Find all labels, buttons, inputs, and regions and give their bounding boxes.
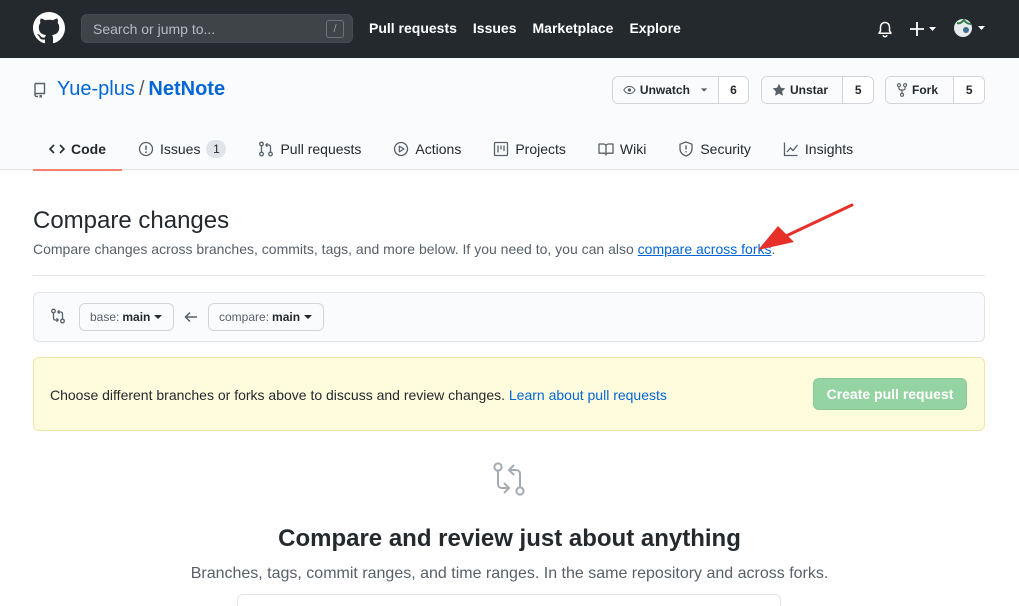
issue-icon bbox=[138, 141, 154, 157]
fork-label: Fork bbox=[912, 83, 939, 97]
range-editor: base: main compare: main bbox=[33, 292, 985, 342]
flash-text: Choose different branches or forks above… bbox=[50, 387, 505, 403]
tab-issues[interactable]: Issues 1 bbox=[122, 128, 242, 170]
tab-insights[interactable]: Insights bbox=[767, 128, 869, 170]
star-icon bbox=[772, 83, 786, 96]
search-shortcut-key: / bbox=[326, 20, 344, 38]
watchers-count[interactable]: 6 bbox=[719, 77, 748, 103]
eye-icon bbox=[623, 85, 636, 95]
stargazers-count[interactable]: 5 bbox=[843, 77, 873, 103]
repository-header: Yue-plus / NetNote Unwatch 6 Unstar 5 Fo… bbox=[0, 58, 1019, 171]
graph-icon bbox=[783, 142, 798, 157]
learn-about-pull-requests-link[interactable]: Learn about pull requests bbox=[509, 387, 667, 403]
unwatch-label: Unwatch bbox=[639, 83, 690, 97]
caret-down-icon bbox=[700, 88, 708, 92]
repository-tabs: Code Issues 1 Pull requests Actions Proj… bbox=[33, 128, 869, 171]
compare-branch-prefix: compare: bbox=[219, 310, 270, 324]
tab-security[interactable]: Security bbox=[662, 128, 767, 170]
search-input[interactable]: Search or jump to... / bbox=[81, 14, 353, 43]
tab-actions-label: Actions bbox=[415, 141, 462, 157]
tab-insights-label: Insights bbox=[804, 141, 854, 157]
forks-count[interactable]: 5 bbox=[954, 77, 984, 103]
tab-wiki[interactable]: Wiki bbox=[582, 128, 662, 170]
base-branch-select[interactable]: base: main bbox=[79, 303, 175, 331]
caret-down-icon bbox=[154, 315, 163, 319]
watch-button-group: Unwatch 6 bbox=[612, 76, 749, 104]
page-description-text: Compare changes across branches, commits… bbox=[33, 241, 638, 257]
book-icon bbox=[598, 143, 614, 156]
fork-icon bbox=[896, 83, 908, 97]
repo-name-link[interactable]: NetNote bbox=[148, 78, 225, 100]
tab-projects[interactable]: Projects bbox=[477, 128, 582, 170]
compare-arrows-icon bbox=[51, 308, 65, 324]
repo-owner-link[interactable]: Yue-plus bbox=[57, 78, 135, 100]
pull-request-icon bbox=[259, 141, 274, 157]
blankslate-description: Branches, tags, commit ranges, and time … bbox=[190, 565, 829, 582]
tab-pull-requests[interactable]: Pull requests bbox=[242, 128, 377, 170]
unstar-button[interactable]: Unstar bbox=[762, 77, 844, 103]
tab-security-label: Security bbox=[700, 141, 751, 157]
compare-branch-value: main bbox=[272, 310, 301, 324]
arrow-left-icon bbox=[184, 311, 197, 323]
fork-button-group: Fork 5 bbox=[885, 76, 985, 104]
caret-down-icon bbox=[304, 315, 313, 319]
issues-counter: 1 bbox=[206, 140, 227, 158]
tab-wiki-label: Wiki bbox=[619, 141, 647, 157]
global-nav: Pull requests Issues Marketplace Explore bbox=[369, 20, 681, 36]
create-pull-request-button[interactable]: Create pull request bbox=[813, 378, 967, 410]
info-flash: Choose different branches or forks above… bbox=[33, 357, 985, 431]
tab-code-label: Code bbox=[71, 141, 106, 157]
tab-issues-label: Issues bbox=[160, 141, 201, 157]
compare-icon bbox=[493, 462, 525, 496]
plus-dropdown-icon[interactable] bbox=[909, 21, 939, 37]
flash-message: Choose different branches or forks above… bbox=[50, 387, 667, 403]
repository-title: Yue-plus / NetNote bbox=[57, 78, 225, 101]
tab-pull-requests-label: Pull requests bbox=[280, 141, 362, 157]
base-branch-prefix: base: bbox=[90, 310, 120, 324]
base-branch-value: main bbox=[122, 310, 151, 324]
repo-icon bbox=[34, 82, 46, 98]
avatar[interactable] bbox=[953, 17, 987, 39]
star-button-group: Unstar 5 bbox=[761, 76, 874, 104]
global-header: Search or jump to... / Pull requests Iss… bbox=[0, 0, 1019, 58]
divider bbox=[33, 275, 985, 276]
page-description: Compare changes across branches, commits… bbox=[33, 241, 775, 257]
tab-actions[interactable]: Actions bbox=[377, 128, 477, 170]
nav-pull-requests[interactable]: Pull requests bbox=[369, 20, 457, 36]
shield-icon bbox=[679, 141, 693, 157]
unwatch-button[interactable]: Unwatch bbox=[613, 77, 719, 103]
repo-title-separator: / bbox=[138, 78, 145, 100]
nav-issues[interactable]: Issues bbox=[473, 20, 517, 36]
code-icon bbox=[49, 144, 65, 154]
page-title: Compare changes bbox=[33, 207, 230, 234]
examples-box bbox=[237, 594, 781, 606]
annotation-arrow-icon bbox=[758, 203, 854, 250]
github-logo-icon[interactable] bbox=[33, 12, 65, 44]
project-icon bbox=[494, 141, 509, 157]
play-icon bbox=[394, 141, 409, 157]
nav-explore[interactable]: Explore bbox=[629, 20, 680, 36]
bell-icon[interactable] bbox=[877, 21, 893, 38]
unstar-label: Unstar bbox=[790, 83, 829, 97]
search-placeholder: Search or jump to... bbox=[93, 21, 216, 37]
blankslate-title: Compare and review just about anything bbox=[278, 525, 741, 552]
nav-marketplace[interactable]: Marketplace bbox=[533, 20, 614, 36]
compare-branch-select[interactable]: compare: main bbox=[208, 303, 325, 331]
fork-button[interactable]: Fork bbox=[886, 77, 955, 103]
tab-code[interactable]: Code bbox=[33, 128, 122, 171]
tab-projects-label: Projects bbox=[515, 141, 566, 157]
